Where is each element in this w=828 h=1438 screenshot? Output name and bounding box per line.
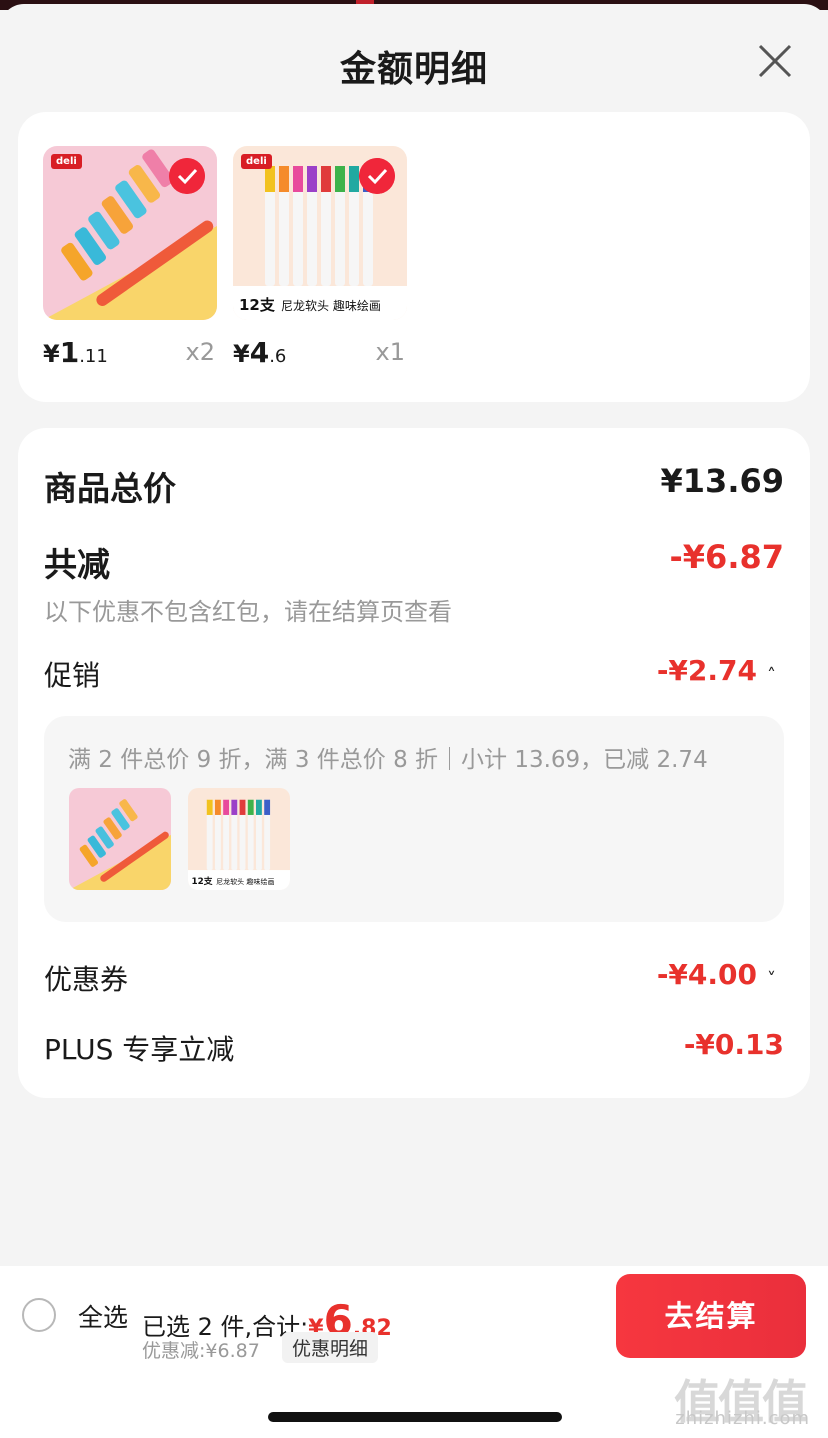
product-item[interactable]: deli ¥1.11 x2 — [43, 146, 217, 376]
total-discount-row: 共减 -¥6.87 — [44, 538, 785, 584]
coupon-value-wrap[interactable]: -¥4.00 ˅ — [657, 958, 776, 991]
select-all-label[interactable]: 全选 — [78, 1298, 128, 1334]
coupon-row[interactable]: 优惠券 -¥4.00 ˅ — [44, 958, 784, 998]
product-image-markers[interactable]: 12支 尼龙软头 趣味绘画 deli — [233, 146, 407, 320]
plus-discount-value: -¥0.13 — [683, 1028, 784, 1061]
promotion-value-wrap[interactable]: -¥2.74 ˄ — [657, 654, 776, 687]
brand-badge: deli — [51, 154, 82, 169]
marker-pens-thumb-image: 12支 尼龙软头 趣味绘画 — [188, 788, 290, 890]
total-discount-label: 共减 — [44, 545, 110, 584]
banner-count: 12支 — [239, 296, 276, 314]
discount-note: 以下优惠不包含红包，请在结算页查看 — [44, 598, 452, 626]
promo-product-thumb[interactable]: 12支 尼龙软头 趣味绘画 — [188, 788, 290, 890]
product-item[interactable]: 12支 尼龙软头 趣味绘画 deli ¥4.6 x1 — [233, 146, 407, 376]
total-price-row: 商品总价 ¥13.69 — [44, 462, 784, 508]
promotion-label: 促销 — [44, 659, 101, 692]
watermark-logo: 值值值 — [674, 1375, 808, 1429]
banner-text: 尼龙软头 趣味绘画 — [216, 877, 274, 886]
plus-discount-label: PLUS 专享立减 — [44, 1033, 235, 1066]
promo-product-thumb[interactable] — [69, 788, 171, 890]
chevron-up-icon[interactable]: ˄ — [767, 665, 776, 686]
highlighter-thumb-image — [69, 788, 171, 890]
coupon-label: 优惠券 — [44, 963, 129, 996]
total-discount-value: -¥6.87 — [669, 538, 785, 576]
product-image-highlighter[interactable]: deli — [43, 146, 217, 320]
total-price-label: 商品总价 — [44, 469, 176, 508]
promotion-rule-text: 满 2 件总价 9 折，满 3 件总价 8 折｜小计 13.69，已减 2.74 — [68, 747, 708, 773]
watermark-text: zhizhizhi.com — [675, 1408, 810, 1429]
sheet-title: 金额明细 — [339, 49, 488, 90]
promotion-row[interactable]: 促销 -¥2.74 ˄ — [44, 654, 784, 694]
banner-count: 12支 — [192, 875, 213, 887]
checkmark-icon[interactable] — [169, 158, 205, 194]
chevron-down-icon[interactable]: ˅ — [767, 969, 776, 990]
product-price: ¥1.11 — [43, 336, 108, 369]
price-breakdown-card: 商品总价 ¥13.69 共减 -¥6.87 以下优惠不包含红包，请在结算页查看 … — [18, 428, 810, 1098]
promotion-value: -¥2.74 — [656, 654, 757, 687]
brand-badge: deli — [241, 154, 272, 169]
plus-discount-row: PLUS 专享立减 -¥0.13 — [44, 1028, 784, 1068]
discount-detail-link[interactable]: 优惠明细 — [282, 1332, 379, 1363]
select-all-radio[interactable] — [22, 1298, 56, 1332]
total-price-value: ¥13.69 — [660, 462, 784, 500]
checkout-button[interactable]: 去结算 — [616, 1274, 806, 1358]
product-price: ¥4.6 — [233, 336, 287, 369]
checkmark-icon[interactable] — [359, 158, 395, 194]
banner-text: 尼龙软头 趣味绘画 — [281, 298, 381, 313]
home-indicator[interactable] — [268, 1412, 562, 1422]
checkout-bar: 全选 已选 2 件,合计:¥6.82 优惠减:¥6.87 优惠明细 去结算 — [0, 1266, 828, 1366]
product-quantity: x2 — [185, 338, 215, 366]
home-indicator-area: 值值值 zhizhizhi.com — [0, 1366, 828, 1438]
promotion-detail-box: 满 2 件总价 9 折，满 3 件总价 8 折｜小计 13.69，已减 2.74 — [44, 716, 784, 922]
product-quantity: x1 — [375, 338, 405, 366]
amount-detail-sheet: 金额明细 deli ¥1.11 x2 12支 尼龙软头 趣味绘画 deli ¥4… — [0, 4, 828, 1438]
selected-products-card: deli ¥1.11 x2 12支 尼龙软头 趣味绘画 deli ¥4.6 x1 — [18, 112, 810, 402]
saved-amount: 优惠减:¥6.87 — [142, 1340, 260, 1362]
close-icon[interactable] — [756, 42, 794, 80]
coupon-value: -¥4.00 — [656, 958, 757, 991]
